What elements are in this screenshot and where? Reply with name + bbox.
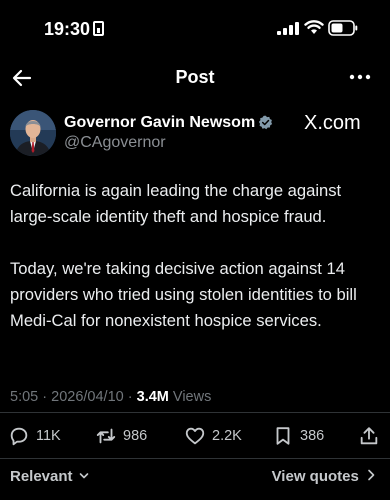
divider [0, 412, 390, 413]
post-time: 5:05 [10, 389, 39, 405]
cellular-signal-icon [277, 22, 299, 35]
reply-icon [10, 427, 28, 446]
post-actions: 11K 986 2.2K 386 [0, 420, 390, 452]
bookmark-count: 386 [300, 428, 325, 444]
post-meta: 5:05 · 2026/04/10 · 3.4M Views [10, 389, 211, 405]
repost-icon [96, 428, 116, 444]
like-button[interactable]: 2.2K [184, 424, 242, 448]
wifi-icon [304, 20, 324, 34]
repost-button[interactable]: 986 [95, 424, 147, 448]
status-bar: 19:30 [0, 0, 390, 58]
sort-label: Relevant [10, 468, 73, 485]
heart-icon [185, 427, 205, 445]
post-date: 2026/04/10 [51, 389, 124, 405]
page-title: Post [175, 67, 215, 87]
more-horizontal-icon[interactable] [348, 67, 372, 87]
avatar[interactable] [10, 110, 56, 156]
view-quotes-label: View quotes [271, 468, 359, 485]
like-count: 2.2K [212, 428, 242, 444]
share-button[interactable] [358, 424, 380, 448]
bookmark-button[interactable]: 386 [272, 424, 324, 448]
sort-dropdown[interactable]: Relevant [10, 468, 89, 485]
x-logo: X.com [304, 112, 361, 134]
divider [0, 458, 390, 459]
author-name[interactable]: Governor Gavin Newsom [64, 114, 255, 132]
post-author: Governor Gavin Newsom @CAgovernor X.com [0, 108, 390, 158]
reply-count: 11K [36, 428, 61, 444]
author-handle[interactable]: @CAgovernor [64, 134, 166, 152]
sim-card-icon [93, 21, 104, 36]
replies-header: Relevant View quotes [0, 462, 390, 494]
post-header: Post [0, 58, 390, 98]
reply-button[interactable]: 11K [8, 424, 61, 448]
meta-separator: · [127, 389, 133, 405]
view-quotes-link[interactable]: View quotes [272, 468, 376, 485]
post-text: California is again leading the charge a… [10, 181, 357, 330]
share-icon [360, 427, 378, 445]
views-count: 3.4M [136, 389, 169, 405]
battery-icon [328, 20, 358, 36]
meta-separator: · [42, 389, 48, 405]
chevron-down-icon [79, 473, 89, 479]
verified-badge-icon [258, 115, 273, 130]
repost-count: 986 [123, 428, 148, 444]
views-label: Views [172, 389, 212, 405]
bookmark-icon [276, 427, 290, 445]
status-time: 19:30 [44, 19, 91, 39]
chevron-right-icon [368, 469, 375, 481]
